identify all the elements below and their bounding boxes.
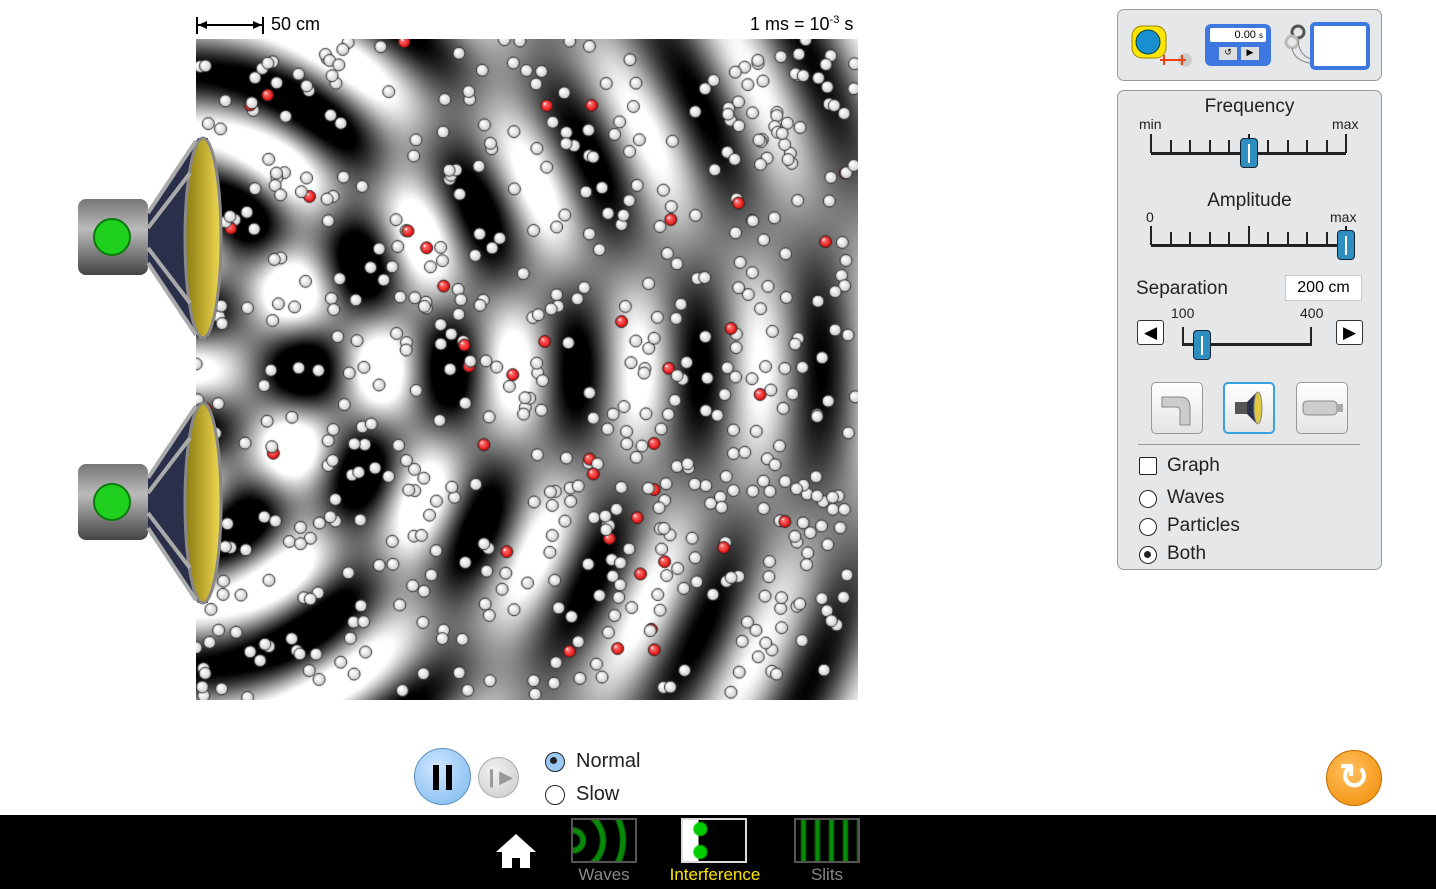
slider-tick (1189, 140, 1191, 153)
speed-radio-slow[interactable] (545, 785, 565, 805)
slider-tick (1325, 232, 1328, 245)
separation-increase-button[interactable]: ▶ (1336, 320, 1363, 345)
frequency-max-label: max (1332, 116, 1359, 132)
slider-tick (1169, 140, 1172, 153)
slider-tick (1189, 232, 1191, 245)
measuring-tape-icon[interactable] (1130, 24, 1192, 68)
stopwatch[interactable]: 0.00 s ↺ ▶ (1205, 24, 1271, 66)
slider-tick (1150, 134, 1152, 153)
slider-tick (1208, 140, 1211, 153)
reset-all-button[interactable]: ↻ (1326, 750, 1382, 806)
scale-indicator: 50 cm (196, 14, 320, 36)
water-source-button[interactable] (1151, 382, 1203, 434)
slider-tick (1267, 140, 1269, 153)
stopwatch-play-button[interactable]: ▶ (1241, 47, 1259, 60)
amplitude-max-label: max (1330, 209, 1357, 225)
light-source-button[interactable] (1296, 382, 1348, 434)
control-panel: Frequency min max Amplitude 0 max Separa… (1117, 90, 1382, 570)
frequency-min-label: min (1139, 116, 1162, 132)
separation-value: 200 cm (1285, 275, 1362, 301)
wave-area (196, 39, 858, 700)
faucet-icon (1161, 396, 1191, 426)
speaker-bottom[interactable] (78, 398, 223, 608)
laser-icon (1302, 400, 1343, 416)
slider-tick (1150, 226, 1152, 245)
frequency-slider[interactable] (1150, 134, 1347, 174)
slits-screen-icon[interactable] (794, 818, 860, 863)
nav-slits-label[interactable]: Slits (784, 865, 870, 885)
speaker-top[interactable] (78, 133, 223, 343)
slider-thumb[interactable] (1337, 230, 1355, 260)
time-unit-label: 1 ms = 10-3 s (750, 14, 854, 34)
graph-checkbox[interactable] (1139, 457, 1157, 475)
frequency-label: Frequency (1204, 96, 1295, 117)
slider-tick (1208, 232, 1211, 245)
view-label: Particles (1167, 515, 1240, 536)
view-radio-both[interactable] (1139, 546, 1157, 564)
speed-label: Slow (576, 783, 620, 805)
slider-tick (1267, 232, 1269, 245)
sound-source-button[interactable] (1223, 382, 1275, 434)
separation-slider[interactable] (1182, 327, 1312, 367)
slider-tick (1247, 226, 1250, 245)
view-label: Waves (1167, 487, 1225, 508)
stopwatch-reset-button[interactable]: ↺ (1219, 47, 1237, 60)
slider-thumb[interactable] (1239, 138, 1258, 168)
slider-tick (1306, 232, 1308, 245)
slider-tick (1228, 140, 1230, 153)
slider-tick (1286, 140, 1289, 153)
scale-label: 50 cm (271, 14, 321, 34)
slider-tick (1325, 140, 1328, 153)
nav-interference-label[interactable]: Interference (660, 865, 770, 885)
wave-detector-icon[interactable] (1284, 22, 1372, 70)
separation-min-label: 100 (1171, 305, 1195, 321)
nav-waves-label[interactable]: Waves (561, 865, 647, 885)
amplitude-min-label: 0 (1146, 209, 1154, 225)
waves-screen-icon[interactable] (571, 818, 637, 863)
scale-bar-icon (196, 17, 264, 35)
separation-decrease-button[interactable]: ◀ (1137, 320, 1164, 345)
amplitude-slider[interactable] (1150, 226, 1355, 266)
step-button[interactable]: ❙▶ (478, 757, 519, 798)
slider-tick (1169, 232, 1172, 245)
graph-label: Graph (1167, 455, 1220, 476)
toolbox-panel: 0.00 s ↺ ▶ (1117, 9, 1382, 81)
pause-button[interactable] (414, 748, 471, 805)
speed-radio-normal[interactable] (545, 752, 565, 772)
separation-label: Separation (1136, 278, 1228, 299)
speed-label: Normal (576, 750, 641, 772)
slider-tick (1306, 140, 1308, 153)
slider-tick (1228, 232, 1230, 245)
separation-max-label: 400 (1300, 305, 1324, 321)
navigation-bar: Waves Interference Slits (0, 815, 1436, 889)
slider-tick (1345, 134, 1347, 153)
home-icon[interactable] (494, 832, 538, 870)
slider-tick (1286, 232, 1289, 245)
slider-thumb[interactable] (1192, 330, 1211, 360)
speaker-icon (1235, 391, 1263, 425)
stopwatch-time: 0.00 (1234, 29, 1256, 41)
view-radio-waves[interactable] (1139, 490, 1157, 508)
view-label: Both (1167, 543, 1207, 564)
view-radio-particles[interactable] (1139, 518, 1157, 536)
interference-screen-icon[interactable] (681, 818, 747, 863)
